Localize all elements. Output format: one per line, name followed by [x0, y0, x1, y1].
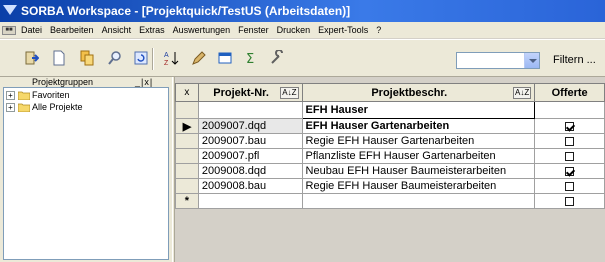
menu-auswertungen[interactable]: Auswertungen: [169, 25, 235, 35]
row-indicator: ▶: [175, 118, 199, 134]
column-header-label: Offerte: [551, 86, 588, 99]
svg-text:A: A: [164, 52, 169, 59]
menu-extras[interactable]: Extras: [135, 25, 169, 35]
offerte-checkbox[interactable]: [565, 151, 575, 161]
tree-node-alle-projekte[interactable]: + Alle Projekte: [6, 101, 83, 113]
application-window: SORBA Workspace - [Projektquick/TestUS (…: [0, 0, 605, 262]
new-row[interactable]: *: [175, 193, 605, 209]
filter-cell-projektbeschr[interactable]: EFH Hauser: [301, 101, 536, 119]
filter-cell-projekt-nr[interactable]: [197, 101, 303, 119]
column-header-projektbeschr[interactable]: Projektbeschr. A↓Z: [301, 83, 536, 102]
cell-projekt-nr[interactable]: 2009008.dqd: [197, 163, 303, 179]
search-icon[interactable]: [106, 49, 124, 67]
menu-help[interactable]: ?: [372, 25, 385, 35]
row-indicator: [175, 133, 199, 149]
cell-projektbeschr[interactable]: [301, 193, 536, 209]
mdi-child-icon[interactable]: ■■: [2, 25, 16, 35]
menu-fenster[interactable]: Fenster: [234, 25, 273, 35]
refresh-icon[interactable]: [132, 49, 150, 67]
row-indicator: [175, 178, 199, 194]
offerte-checkbox[interactable]: [565, 136, 575, 146]
cell-projektbeschr[interactable]: EFH Hauser Gartenarbeiten: [301, 118, 536, 134]
expand-icon[interactable]: +: [6, 90, 15, 100]
exit-icon[interactable]: [22, 49, 40, 67]
project-grid: x Projekt-Nr. A↓Z Projektbeschr. A↓Z Off…: [175, 77, 605, 262]
table-row[interactable]: 2009007.pfl Pflanzliste EFH Hauser Garte…: [175, 148, 605, 164]
row-indicator: [175, 163, 199, 179]
table-row[interactable]: ▶ 2009007.dqd EFH Hauser Gartenarbeiten: [175, 118, 605, 134]
toolbar-separator: [152, 48, 154, 70]
chevron-down-icon[interactable]: [524, 53, 539, 68]
new-doc-icon[interactable]: [50, 49, 68, 67]
offerte-checkbox[interactable]: [565, 196, 575, 206]
app-logo-icon: [3, 5, 17, 15]
column-header-label: Projektbeschr.: [371, 86, 448, 99]
menu-datei[interactable]: Datei: [17, 25, 46, 35]
cell-projektbeschr[interactable]: Pflanzliste EFH Hauser Gartenarbeiten: [301, 148, 536, 164]
menu-expert-tools[interactable]: Expert-Tools: [314, 25, 372, 35]
project-group-tree: + Favoriten + Alle Projekte: [3, 87, 169, 260]
svg-text:Z: Z: [164, 60, 169, 66]
column-header-label: Projekt-Nr.: [213, 86, 269, 99]
expand-icon[interactable]: +: [6, 102, 15, 112]
menu-ansicht[interactable]: Ansicht: [98, 25, 136, 35]
menu-drucken[interactable]: Drucken: [273, 25, 315, 35]
folder-icon: [18, 91, 30, 100]
new-row-indicator: *: [175, 193, 199, 209]
svg-text:Σ: Σ: [246, 52, 254, 66]
cell-offerte[interactable]: [534, 118, 605, 134]
panel-title: Projektgruppen: [32, 77, 94, 87]
title-bar: SORBA Workspace - [Projektquick/TestUS (…: [0, 0, 605, 22]
tree-node-favoriten[interactable]: + Favoriten: [6, 89, 70, 101]
window-icon[interactable]: [216, 49, 234, 67]
cell-projekt-nr[interactable]: 2009007.bau: [197, 133, 303, 149]
column-header-projekt-nr[interactable]: Projekt-Nr. A↓Z: [197, 83, 303, 102]
offerte-checkbox[interactable]: [565, 181, 575, 191]
cell-offerte[interactable]: [534, 193, 605, 209]
filter-row: EFH Hauser: [175, 101, 605, 119]
cell-offerte[interactable]: [534, 148, 605, 164]
column-header-offerte[interactable]: Offerte: [534, 83, 605, 102]
cell-projektbeschr[interactable]: Regie EFH Hauser Baumeisterarbeiten: [301, 178, 536, 194]
folder-icon: [18, 103, 30, 112]
toolbar: AZ Σ Filtern ...: [0, 39, 605, 77]
grid-corner-button[interactable]: x: [175, 83, 199, 102]
copy-icon[interactable]: [78, 49, 96, 67]
cell-projekt-nr[interactable]: 2009007.pfl: [197, 148, 303, 164]
row-indicator: [175, 148, 199, 164]
table-row[interactable]: 2009008.dqd Neubau EFH Hauser Baumeister…: [175, 163, 605, 179]
cell-projektbeschr[interactable]: Neubau EFH Hauser Baumeisterarbeiten: [301, 163, 536, 179]
menu-bearbeiten[interactable]: Bearbeiten: [46, 25, 98, 35]
offerte-checkbox[interactable]: [565, 121, 575, 131]
sum-icon[interactable]: Σ: [242, 49, 260, 67]
table-row[interactable]: 2009008.bau Regie EFH Hauser Baumeistera…: [175, 178, 605, 194]
sort-az-icon[interactable]: A↓Z: [513, 86, 532, 99]
filter-combo[interactable]: [456, 52, 540, 69]
menu-bar: ■■ Datei Bearbeiten Ansicht Extras Auswe…: [0, 22, 605, 39]
table-header-row: x Projekt-Nr. A↓Z Projektbeschr. A↓Z Off…: [175, 83, 605, 102]
project-table: x Projekt-Nr. A↓Z Projektbeschr. A↓Z Off…: [175, 83, 605, 209]
panel-header: Projektgruppen _|x|: [3, 77, 169, 87]
project-groups-panel: Projektgruppen _|x| + Favoriten + Alle P…: [0, 77, 172, 262]
tree-node-label: Alle Projekte: [32, 102, 83, 112]
cell-offerte[interactable]: [534, 163, 605, 179]
cell-offerte[interactable]: [534, 133, 605, 149]
sort-az-icon[interactable]: AZ: [162, 49, 180, 67]
filter-button[interactable]: Filtern ...: [553, 54, 596, 66]
offerte-checkbox[interactable]: [565, 166, 575, 176]
cell-projektbeschr[interactable]: Regie EFH Hauser Gartenarbeiten: [301, 133, 536, 149]
table-row[interactable]: 2009007.bau Regie EFH Hauser Gartenarbei…: [175, 133, 605, 149]
edit-icon[interactable]: [190, 49, 208, 67]
cell-projekt-nr[interactable]: 2009007.dqd: [197, 118, 303, 134]
cell-projekt-nr[interactable]: [197, 193, 303, 209]
cell-offerte[interactable]: [534, 178, 605, 194]
sort-az-icon[interactable]: A↓Z: [280, 86, 299, 99]
cell-projekt-nr[interactable]: 2009008.bau: [197, 178, 303, 194]
window-title: SORBA Workspace - [Projektquick/TestUS (…: [21, 4, 351, 18]
panel-close-button[interactable]: _|x|: [135, 77, 153, 87]
row-indicator: [175, 101, 199, 119]
tree-node-label: Favoriten: [32, 90, 70, 100]
filter-cell-offerte[interactable]: [534, 101, 605, 119]
tools-icon[interactable]: [268, 49, 286, 67]
